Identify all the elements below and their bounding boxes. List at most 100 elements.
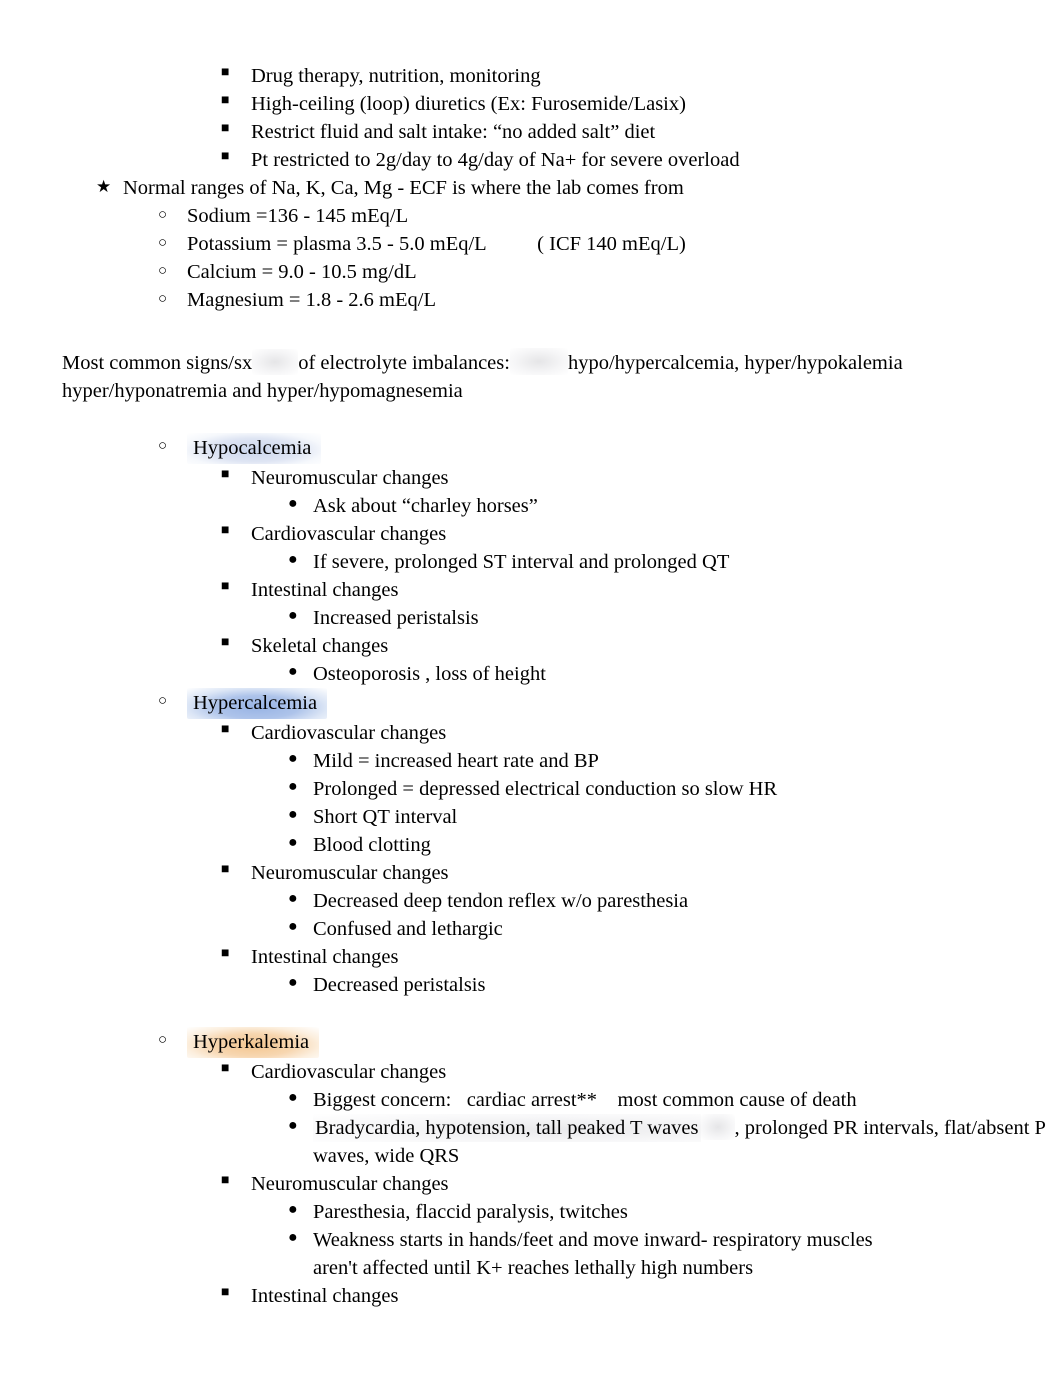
document-page: ■ Drug therapy, nutrition, monitoring ■ … xyxy=(0,0,1062,1376)
square-bullet-icon: ■ xyxy=(221,121,230,136)
list-item: ■ High-ceiling (loop) diuretics (Ex: Fur… xyxy=(0,90,1062,118)
dot-bullet-icon: ● xyxy=(288,663,298,680)
list-item-text: Drug therapy, nutrition, monitoring xyxy=(251,65,541,87)
group-heading: Cardiovascular changes xyxy=(251,722,447,744)
detail-row: ● Biggest concern: cardiac arrest** most… xyxy=(0,1086,1062,1114)
detail-row: ● Weakness starts in hands/feet and move… xyxy=(0,1226,1062,1282)
detail-row: ● Decreased deep tendon reflex w/o pares… xyxy=(0,887,1062,915)
detail-text: If severe, prolonged ST interval and pro… xyxy=(313,551,730,573)
group-heading: Intestinal changes xyxy=(251,1285,399,1307)
list-item: ○ Sodium =136 - 145 mEq/L xyxy=(0,202,1062,230)
group-heading-row: ■ Skeletal changes xyxy=(0,632,1062,660)
detail-row-t-waves: ● Bradycardia, hypotension, tall peaked … xyxy=(0,1114,1062,1170)
section-title-hypercalcemia: Hypercalcemia xyxy=(187,688,328,719)
dot-bullet-icon: ● xyxy=(288,551,298,568)
group-heading: Neuromuscular changes xyxy=(251,467,449,489)
detail-text: Blood clotting xyxy=(313,834,431,856)
detail-row: ● Blood clotting xyxy=(0,831,1062,859)
list-item: ○ Potassium = plasma 3.5 - 5.0 mEq/L ( I… xyxy=(0,230,1062,258)
square-bullet-icon: ■ xyxy=(221,1061,230,1076)
detail-row: ● Ask about “charley horses” xyxy=(0,492,1062,520)
intro-line-2: hyper/hyponatremia and hyper/hypomagnese… xyxy=(62,380,463,402)
intro-paragraph: Most common signs/sx of electrolyte imbal… xyxy=(0,348,1062,405)
section-title-row: ○ Hyperkalemia xyxy=(0,1027,1062,1058)
range-potassium: Potassium = plasma 3.5 - 5.0 mEq/L ( ICF… xyxy=(187,233,686,255)
list-item: ○ Magnesium = 1.8 - 2.6 mEq/L xyxy=(0,286,1062,314)
dot-bullet-icon: ● xyxy=(288,890,298,907)
list-item: ■ Pt restricted to 2g/day to 4g/day of N… xyxy=(0,146,1062,174)
square-bullet-icon: ■ xyxy=(221,579,230,594)
group-heading-row: ■ Cardiovascular changes xyxy=(0,520,1062,548)
section-title-row: ○ Hypercalcemia xyxy=(0,688,1062,719)
list-item: ■ Restrict fluid and salt intake: “no ad… xyxy=(0,118,1062,146)
intro-segment-3: hypo/hypercalcemia, hyper/hypokalemia xyxy=(567,352,903,374)
section-title-row: ○ Hypocalcemia xyxy=(0,433,1062,464)
detail-text: Mild = increased heart rate and BP xyxy=(313,750,599,772)
group-heading: Cardiovascular changes xyxy=(251,523,447,545)
dot-bullet-icon: ● xyxy=(288,1201,298,1218)
redaction-smudge-icon xyxy=(700,1114,735,1140)
detail-text: Paresthesia, flaccid paralysis, twitches xyxy=(313,1201,628,1223)
normal-ranges-block: ★ Normal ranges of Na, K, Ca, Mg - ECF i… xyxy=(0,174,1062,314)
square-bullet-icon: ■ xyxy=(221,635,230,650)
group-heading: Neuromuscular changes xyxy=(251,862,449,884)
group-heading-row: ■ Neuromuscular changes xyxy=(0,464,1062,492)
detail-text: Weakness starts in hands/feet and move i… xyxy=(313,1229,878,1279)
square-bullet-icon: ■ xyxy=(221,523,230,538)
detail-row: ● Short QT interval xyxy=(0,803,1062,831)
detail-text: Prolonged = depressed electrical conduct… xyxy=(313,778,778,800)
detail-row: ● Paresthesia, flaccid paralysis, twitch… xyxy=(0,1198,1062,1226)
dot-bullet-icon: ● xyxy=(288,495,298,512)
square-bullet-icon: ■ xyxy=(221,862,230,877)
group-heading-row: ■ Intestinal changes xyxy=(0,576,1062,604)
group-heading-row: ■ Neuromuscular changes xyxy=(0,859,1062,887)
section-hypocalcemia: ○ Hypocalcemia ■ Neuromuscular changes ●… xyxy=(0,433,1062,688)
group-heading: Intestinal changes xyxy=(251,946,399,968)
dot-bullet-icon: ● xyxy=(288,750,298,767)
group-heading-row: ■ Neuromuscular changes xyxy=(0,1170,1062,1198)
detail-text: Decreased deep tendon reflex w/o paresth… xyxy=(313,890,689,912)
detail-text-ghosted: Bradycardia, hypotension, tall peaked T … xyxy=(313,1114,701,1142)
detail-text: Ask about “charley horses” xyxy=(313,495,538,517)
list-item-text: Restrict fluid and salt intake: “no adde… xyxy=(251,121,656,143)
detail-text: Short QT interval xyxy=(313,806,458,828)
circle-bullet-icon: ○ xyxy=(158,1032,168,1048)
range-calcium: Calcium = 9.0 - 10.5 mg/dL xyxy=(187,261,417,283)
top-bullet-list: ■ Drug therapy, nutrition, monitoring ■ … xyxy=(0,62,1062,174)
detail-row: ● Confused and lethargic xyxy=(0,915,1062,943)
group-heading: Cardiovascular changes xyxy=(251,1061,447,1083)
square-bullet-icon: ■ xyxy=(221,722,230,737)
dot-bullet-icon: ● xyxy=(288,778,298,795)
section-title-hyperkalemia: Hyperkalemia xyxy=(187,1027,320,1058)
square-bullet-icon: ■ xyxy=(221,946,230,961)
detail-text: Confused and lethargic xyxy=(313,918,503,940)
detail-text: Increased peristalsis xyxy=(313,607,479,629)
detail-row: ● Mild = increased heart rate and BP xyxy=(0,747,1062,775)
intro-segment-2: of electrolyte imbalances: xyxy=(298,352,510,374)
group-heading: Skeletal changes xyxy=(251,635,389,657)
circle-bullet-icon: ○ xyxy=(158,235,168,251)
detail-text: Biggest concern: cardiac arrest** most c… xyxy=(313,1089,857,1111)
dot-bullet-icon: ● xyxy=(288,1229,298,1246)
circle-bullet-icon: ○ xyxy=(158,291,168,307)
normal-ranges-heading: Normal ranges of Na, K, Ca, Mg - ECF is … xyxy=(123,177,684,199)
section-hyperkalemia: ○ Hyperkalemia ■ Cardiovascular changes … xyxy=(0,1027,1062,1310)
circle-bullet-icon: ○ xyxy=(158,207,168,223)
star-bullet-icon: ★ xyxy=(96,177,112,196)
dot-bullet-icon: ● xyxy=(288,834,298,851)
intro-segment-1: Most common signs/sx xyxy=(62,352,253,374)
detail-text: Decreased peristalsis xyxy=(313,974,486,996)
dot-bullet-icon: ● xyxy=(288,1117,298,1134)
circle-bullet-icon: ○ xyxy=(158,263,168,279)
square-bullet-icon: ■ xyxy=(221,467,230,482)
group-heading-row: ■ Intestinal changes xyxy=(0,1282,1062,1310)
detail-row: ● Prolonged = depressed electrical condu… xyxy=(0,775,1062,803)
group-heading-row: ■ Intestinal changes xyxy=(0,943,1062,971)
list-item-text: High-ceiling (loop) diuretics (Ex: Furos… xyxy=(251,93,686,115)
range-sodium: Sodium =136 - 145 mEq/L xyxy=(187,205,409,227)
redaction-smudge-icon xyxy=(252,349,299,375)
group-heading: Intestinal changes xyxy=(251,579,399,601)
square-bullet-icon: ■ xyxy=(221,1285,230,1300)
detail-row: ● Decreased peristalsis xyxy=(0,971,1062,999)
group-heading-row: ■ Cardiovascular changes xyxy=(0,719,1062,747)
